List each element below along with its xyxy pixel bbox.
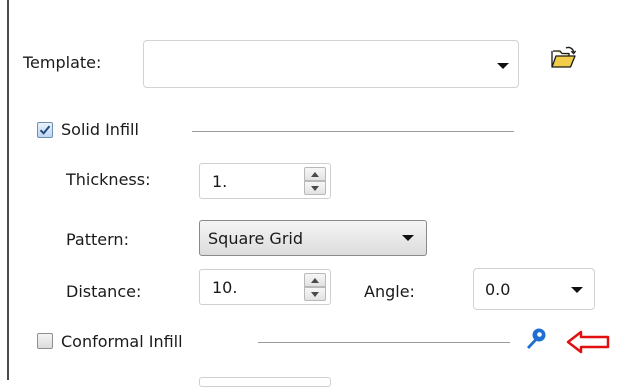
distance-value: 10. (212, 277, 238, 297)
angle-label: Angle: (364, 282, 415, 301)
spin-up-icon (311, 278, 319, 283)
conformal-infill-separator (258, 342, 510, 343)
spin-up-icon (311, 172, 319, 177)
pattern-value: Square Grid (208, 228, 303, 248)
wrench-icon[interactable] (524, 327, 548, 351)
thickness-increment-button[interactable] (304, 167, 326, 181)
left-arrow-icon (566, 330, 610, 354)
open-folder-icon[interactable] (549, 45, 577, 71)
conformal-infill-checkbox[interactable] (37, 333, 53, 349)
cutoff-stepper (199, 377, 331, 387)
pattern-select[interactable]: Square Grid (199, 220, 427, 256)
pattern-label: Pattern: (66, 230, 129, 249)
solid-infill-checkbox[interactable] (37, 122, 53, 138)
thickness-label: Thickness: (66, 170, 151, 189)
thickness-stepper[interactable]: 1. (199, 163, 331, 199)
thickness-decrement-button[interactable] (304, 181, 326, 195)
chevron-down-icon (571, 287, 583, 293)
checkmark-icon (39, 125, 51, 135)
chevron-down-icon (402, 235, 414, 241)
spin-down-icon (311, 186, 319, 191)
distance-label: Distance: (66, 282, 142, 301)
distance-decrement-button[interactable] (304, 287, 326, 301)
panel-left-border (7, 0, 9, 380)
angle-value: 0.0 (485, 279, 511, 299)
solid-infill-separator (192, 131, 514, 132)
distance-stepper[interactable]: 10. (199, 269, 331, 305)
thickness-value: 1. (212, 171, 228, 191)
solid-infill-label: Solid Infill (61, 120, 139, 139)
template-label: Template: (23, 53, 102, 72)
template-dropdown[interactable] (143, 40, 519, 88)
spin-down-icon (311, 292, 319, 297)
conformal-infill-label: Conformal Infill (61, 332, 183, 351)
angle-dropdown[interactable]: 0.0 (473, 268, 595, 310)
chevron-down-icon (497, 63, 509, 69)
distance-increment-button[interactable] (304, 273, 326, 287)
